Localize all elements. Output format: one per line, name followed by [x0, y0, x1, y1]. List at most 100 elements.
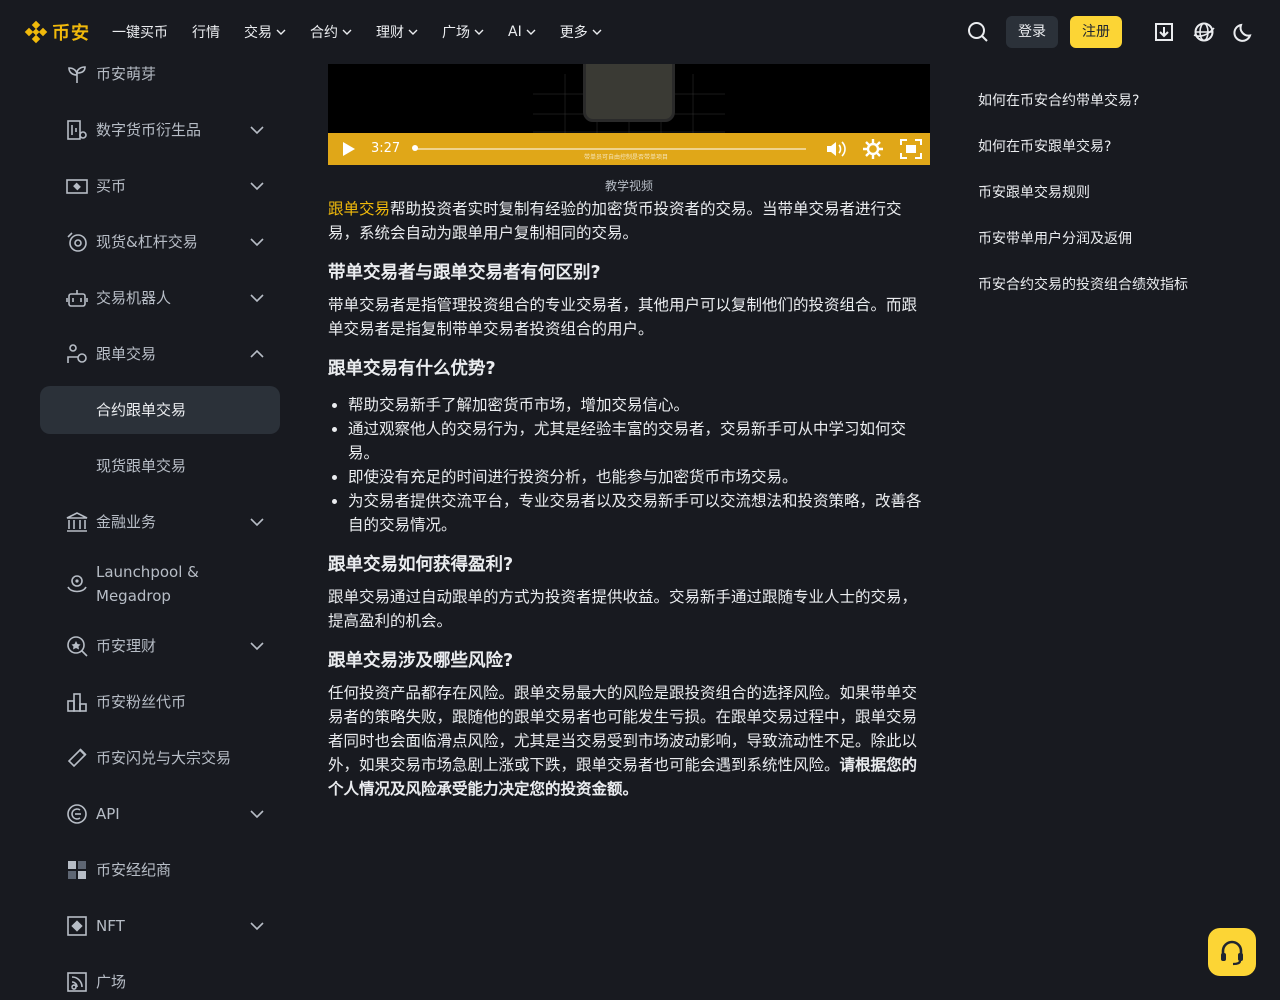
chevron-down-icon — [250, 126, 264, 135]
sidebar-item-broker[interactable]: 币安经纪商 — [40, 842, 280, 898]
sidebar-item-trading-bot[interactable]: 交易机器人 — [40, 270, 280, 326]
video-progress-track[interactable] — [414, 148, 806, 150]
chevron-down-icon — [474, 29, 484, 35]
binance-logo[interactable]: 币安 — [24, 19, 90, 45]
spot-margin-icon — [66, 231, 88, 253]
chevron-down-icon — [342, 29, 352, 35]
section-heading-advantages: 跟单交易有什么优势? — [328, 359, 496, 379]
main-nav: 一键买币 行情 交易 合约 理财 广场 AI 更多 — [112, 0, 626, 64]
nav-item-markets[interactable]: 行情 — [192, 22, 220, 42]
header-actions: 登录 注册 — [966, 0, 1256, 64]
video-time: 3:27 — [371, 141, 401, 156]
login-button[interactable]: 登录 — [1006, 16, 1058, 48]
derivatives-icon — [66, 119, 88, 141]
section-heading-risks: 跟单交易涉及哪些风险? — [328, 651, 514, 671]
nav-item-more[interactable]: 更多 — [560, 22, 602, 42]
advantages-list: 帮助交易新手了解加密货币市场，增加交易信心。 通过观察他人的交易行为，尤其是经验… — [328, 393, 930, 537]
sprout-icon — [66, 63, 88, 85]
broker-icon — [66, 859, 88, 881]
profit-paragraph: 跟单交易通过自动跟单的方式为投资者提供收益。交易新手通过跟随专业人士的交易，提高… — [328, 588, 918, 630]
section-heading-difference: 带单交易者与跟单交易者有何区别? — [328, 263, 601, 283]
toc-link[interactable]: 币安带单用户分润及返佣 — [978, 228, 1238, 250]
sidebar-item-earn[interactable]: 币安理财 — [40, 618, 280, 674]
sidebar-item-copy-trading[interactable]: 跟单交易 — [40, 326, 280, 382]
support-chat-button[interactable] — [1208, 928, 1256, 976]
settings-gear-icon[interactable] — [863, 139, 883, 159]
search-button[interactable] — [966, 20, 990, 44]
logo-text: 币安 — [52, 23, 90, 44]
globe-icon — [1193, 22, 1215, 42]
chevron-down-icon — [250, 518, 264, 527]
nav-item-ai[interactable]: AI — [508, 24, 536, 40]
sidebar-item-api[interactable]: API — [40, 786, 280, 842]
sidebar-item-launchpool[interactable]: Launchpool & Megadrop — [40, 550, 280, 618]
nav-item-earn[interactable]: 理财 — [376, 22, 418, 42]
fullscreen-icon[interactable] — [900, 139, 922, 159]
tutorial-video[interactable]: 3:27 带单员可自由控制是否带单项目 — [328, 64, 930, 165]
list-item: 通过观察他人的交易行为，尤其是经验丰富的交易者，交易新手可从中学习如何交易。 — [348, 417, 930, 465]
nav-item-square[interactable]: 广场 — [442, 22, 484, 42]
section-heading-profit: 跟单交易如何获得盈利? — [328, 555, 514, 575]
nav-item-futures[interactable]: 合约 — [310, 22, 352, 42]
chevron-up-icon — [250, 349, 264, 358]
search-icon — [968, 22, 988, 42]
video-controls: 3:27 带单员可自由控制是否带单项目 — [328, 133, 930, 165]
sidebar-item-nft[interactable]: NFT — [40, 898, 280, 954]
sidebar-item-fan-token[interactable]: 币安粉丝代币 — [40, 674, 280, 730]
risks-paragraph: 任何投资产品都存在风险。跟单交易最大的风险是跟投资组合的选择风险。如果带单交易者… — [328, 684, 918, 798]
nav-item-trade[interactable]: 交易 — [244, 22, 286, 42]
bank-icon — [66, 511, 88, 533]
video-progress-knob[interactable] — [412, 145, 418, 151]
video-caption: 教学视频 — [604, 179, 653, 193]
trading-bot-icon — [66, 287, 88, 309]
list-item: 为交易者提供交流平台，专业交易者以及交易新手可以交流想法和投资策略，改善各自的交… — [348, 489, 930, 537]
binance-logo-icon — [24, 20, 48, 44]
sidebar-item-derivatives[interactable]: 数字货币衍生品 — [40, 102, 280, 158]
square-feed-icon — [66, 971, 88, 993]
fan-token-icon — [66, 691, 88, 713]
api-icon — [66, 803, 88, 825]
volume-icon[interactable] — [826, 140, 846, 158]
sidebar-item-spot-margin[interactable]: 现货&杠杆交易 — [40, 214, 280, 270]
list-item: 帮助交易新手了解加密货币市场，增加交易信心。 — [348, 393, 930, 417]
nav-item-buy-crypto[interactable]: 一键买币 — [112, 22, 168, 42]
chevron-down-icon — [250, 810, 264, 819]
sidebar-item-convert[interactable]: 币安闪兑与大宗交易 — [40, 730, 280, 786]
sidebar-item-buy-crypto[interactable]: 买币 — [40, 158, 280, 214]
toc-link[interactable]: 币安跟单交易规则 — [978, 182, 1238, 204]
intro-paragraph: 跟单交易帮助投资者实时复制有经验的加密货币投资者的交易。当带单交易者进行交易，系… — [328, 200, 902, 242]
earn-icon — [66, 635, 88, 657]
chevron-down-icon — [250, 238, 264, 247]
toc-link[interactable]: 如何在币安合约带单交易? — [978, 90, 1238, 112]
article: 3:27 带单员可自由控制是否带单项目 教学视频 跟单交易帮助投资者实时复制有经… — [328, 64, 930, 801]
sidebar-item-square[interactable]: 广场 — [40, 954, 280, 1000]
download-button[interactable] — [1152, 20, 1176, 44]
theme-toggle-button[interactable] — [1232, 20, 1256, 44]
chevron-down-icon — [250, 922, 264, 931]
video-subtitle: 带单员可自由控制是否带单项目 — [584, 154, 669, 161]
register-button[interactable]: 注册 — [1070, 16, 1122, 48]
download-icon — [1155, 23, 1173, 41]
copy-trading-link[interactable]: 跟单交易 — [328, 200, 390, 218]
copy-trading-icon — [66, 343, 88, 365]
sidebar-item-finance[interactable]: 金融业务 — [40, 494, 280, 550]
sidebar-item-spot-copy-trading[interactable]: 现货跟单交易 — [40, 438, 280, 494]
toc-link[interactable]: 如何在币安跟单交易? — [978, 136, 1238, 158]
language-button[interactable] — [1192, 20, 1216, 44]
difference-paragraph: 带单交易者是指管理投资组合的专业交易者，其他用户可以复制他们的投资组合。而跟单交… — [328, 296, 918, 338]
toc-link[interactable]: 币安合约交易的投资组合绩效指标 — [978, 274, 1238, 296]
list-item: 即使没有充足的时间进行投资分析，也能参与加密货币市场交易。 — [348, 465, 930, 489]
table-of-contents: 如何在币安合约带单交易? 如何在币安跟单交易? 币安跟单交易规则 币安带单用户分… — [978, 90, 1238, 320]
chevron-down-icon — [276, 29, 286, 35]
video-phone-frame — [583, 64, 675, 122]
sidebar: 币安萌芽 数字货币衍生品 买币 现货&杠杆交易 交易机器人 跟单交易 合约跟单交… — [40, 46, 280, 1000]
chevron-down-icon — [250, 294, 264, 303]
chevron-down-icon — [250, 182, 264, 191]
launchpool-icon — [66, 573, 88, 595]
play-icon[interactable] — [340, 141, 356, 157]
chevron-down-icon — [526, 29, 536, 35]
sidebar-item-futures-copy-trading[interactable]: 合约跟单交易 — [40, 386, 280, 434]
convert-icon — [66, 747, 88, 769]
chevron-down-icon — [408, 29, 418, 35]
buy-crypto-icon — [66, 175, 88, 197]
